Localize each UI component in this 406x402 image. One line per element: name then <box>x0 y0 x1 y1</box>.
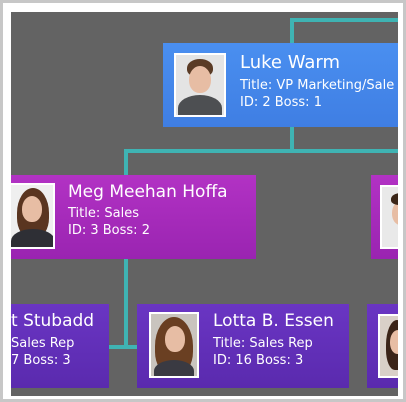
node-id-boss: ID: 3 Boss: 2 <box>68 223 150 239</box>
connector-luke-down <box>290 124 294 152</box>
org-node-lotta[interactable]: Lotta B. Essen Title: Sales Rep ID: 16 B… <box>137 304 349 388</box>
node-name: Lotta B. Essen <box>213 311 334 331</box>
node-title: Title: Sales <box>68 205 139 221</box>
org-node-partial-right[interactable] <box>371 175 398 259</box>
connector-top-horizontal <box>290 18 398 22</box>
image-frame: Luke Warm Title: VP Marketing/Sale ID: 2… <box>0 0 406 402</box>
avatar <box>11 183 55 249</box>
org-node-stubadd[interactable]: t Stubadd Sales Rep 7 Boss: 3 <box>11 304 109 388</box>
node-id-boss: 7 Boss: 3 <box>11 353 71 369</box>
avatar <box>380 185 398 249</box>
avatar <box>149 312 199 378</box>
org-chart-canvas[interactable]: Luke Warm Title: VP Marketing/Sale ID: 2… <box>11 12 398 396</box>
node-title: Title: Sales Rep <box>213 335 313 351</box>
node-name: Luke Warm <box>240 52 340 73</box>
avatar <box>378 314 398 378</box>
connector-meg-up <box>124 149 128 175</box>
connector-middle-horizontal <box>124 149 398 153</box>
org-node-luke[interactable]: Luke Warm Title: VP Marketing/Sale ID: 2… <box>163 43 398 127</box>
avatar <box>174 53 226 117</box>
node-name: t Stubadd <box>11 311 95 331</box>
node-title: Sales Rep <box>11 335 75 351</box>
org-node-partial-bottom-right[interactable] <box>367 304 398 388</box>
node-name: Meg Meehan Hoffa <box>68 182 228 202</box>
connector-meg-down <box>124 258 128 348</box>
node-id-boss: ID: 2 Boss: 1 <box>240 95 322 111</box>
node-id-boss: ID: 16 Boss: 3 <box>213 353 304 369</box>
node-title: Title: VP Marketing/Sale <box>240 77 395 93</box>
org-node-meg[interactable]: Meg Meehan Hoffa Title: Sales ID: 3 Boss… <box>11 175 256 259</box>
